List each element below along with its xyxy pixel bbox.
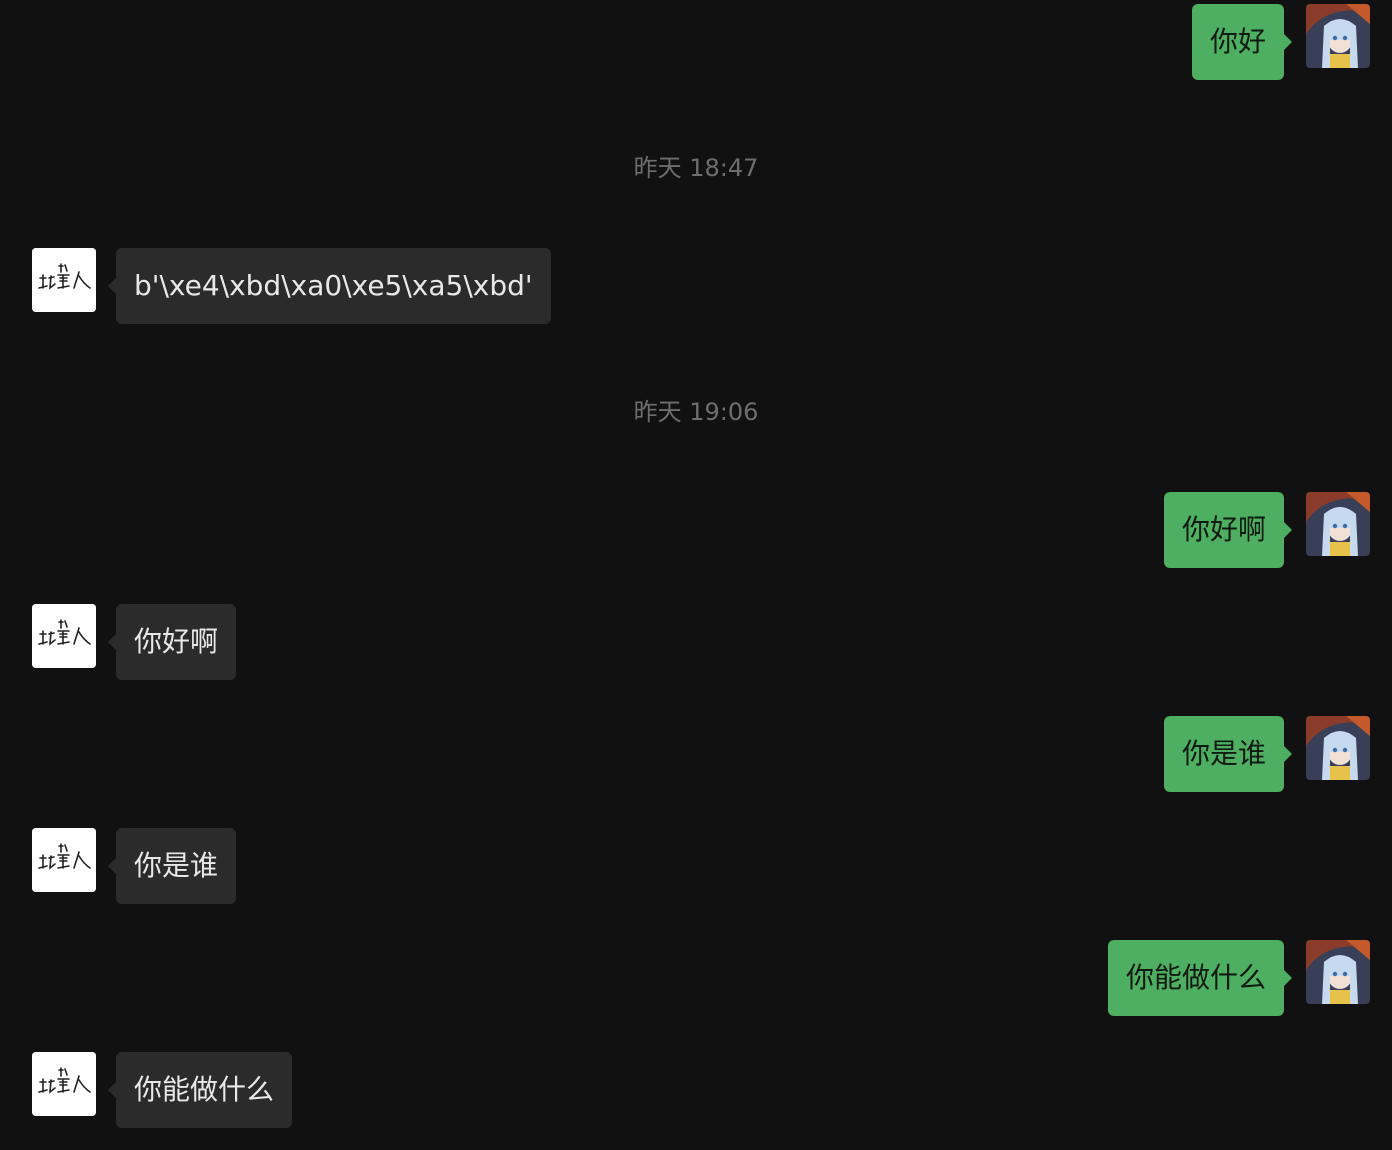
outgoing-message-bubble[interactable]: 你好 [1191,4,1293,80]
incoming-message-bubble[interactable]: 你能做什么 [107,1052,293,1128]
message-row-incoming: 你是谁 [0,828,1392,904]
anime-girl-avatar-icon[interactable] [1306,940,1370,1004]
incoming-message-bubble[interactable]: 你好啊 [107,604,237,680]
message-row-outgoing: 你能做什么 [0,940,1392,1016]
outgoing-message-bubble[interactable]: 你能做什么 [1107,940,1293,1016]
calligraphy-logo-avatar-icon[interactable] [32,604,96,668]
incoming-message-bubble[interactable]: 你是谁 [107,828,237,904]
calligraphy-logo-avatar-icon[interactable] [32,248,96,312]
timestamp-divider: 昨天 19:06 [633,398,759,426]
message-row-outgoing: 你好啊 [0,492,1392,568]
outgoing-message-bubble[interactable]: 你是谁 [1163,716,1293,792]
timestamp-divider: 昨天 18:47 [633,154,759,182]
anime-girl-avatar-icon[interactable] [1306,4,1370,68]
message-row-outgoing: 你好 [0,4,1392,80]
calligraphy-logo-avatar-icon[interactable] [32,1052,96,1116]
message-row-outgoing: 你是谁 [0,716,1392,792]
outgoing-message-bubble[interactable]: 你好啊 [1163,492,1293,568]
incoming-message-bubble[interactable]: b'\xe4\xbd\xa0\xe5\xa5\xbd' [108,248,551,324]
anime-girl-avatar-icon[interactable] [1306,492,1370,556]
message-row-incoming: b'\xe4\xbd\xa0\xe5\xa5\xbd' [0,248,1392,324]
calligraphy-logo-avatar-icon[interactable] [32,828,96,892]
message-row-incoming: 你好啊 [0,604,1392,680]
message-row-incoming: 你能做什么 [0,1052,1392,1128]
chat-message-list[interactable]: 你好 昨天 18:47 b'\xe4\xbd\xa0\xe5\xa5\xbd' … [0,0,1392,1150]
anime-girl-avatar-icon[interactable] [1306,716,1370,780]
